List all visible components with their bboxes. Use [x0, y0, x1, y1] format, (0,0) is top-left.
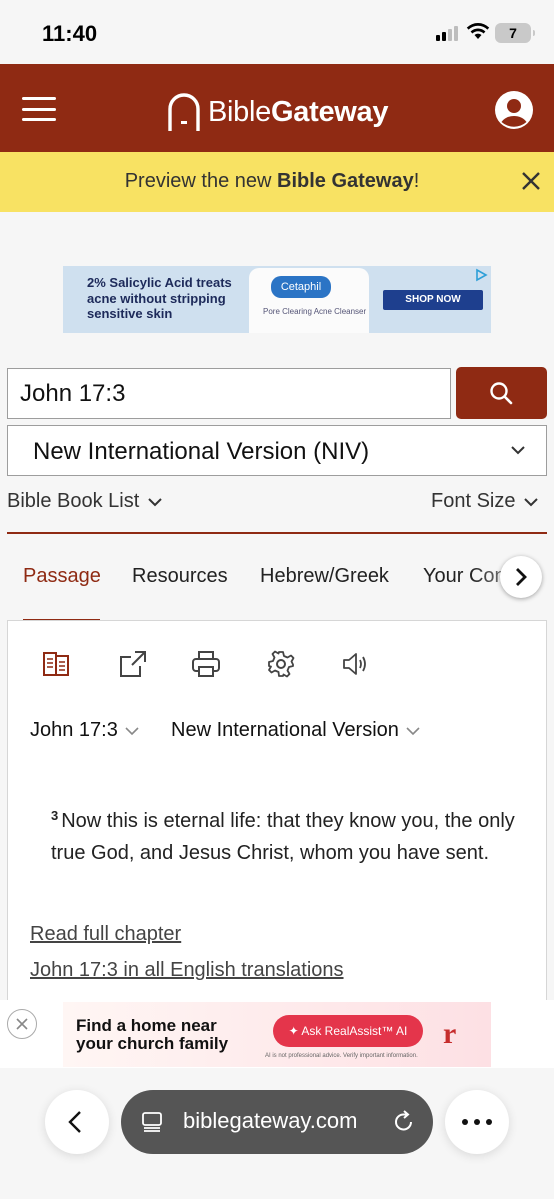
ad-cta-button[interactable]: ✦ Ask RealAssist™ AI [273, 1015, 423, 1047]
logo-text-bold: Gateway [271, 95, 389, 128]
wifi-icon [466, 23, 490, 39]
tabs-scroll-right-button[interactable] [500, 556, 542, 598]
passage-search-input[interactable] [7, 368, 451, 419]
page-menu-icon [142, 1112, 162, 1132]
version-select-value: New International Version (NIV) [33, 438, 370, 465]
ad-text: 2% Salicylic Acid treats acne without st… [87, 275, 232, 321]
verse-text: 3 Now this is eternal life: that they kno… [51, 808, 515, 864]
chevron-down-icon [524, 497, 539, 506]
advertisement-banner[interactable]: 2% Salicylic Acid treats acne without st… [63, 266, 491, 333]
ad-choices-icon[interactable] [474, 268, 488, 282]
close-icon[interactable] [520, 170, 542, 192]
ad-shop-now-button[interactable]: SHOP NOW [383, 290, 483, 310]
bible-gateway-logo[interactable]: BibleGateway [164, 91, 388, 133]
audio-speaker-icon[interactable] [341, 649, 371, 679]
back-button[interactable] [45, 1090, 109, 1154]
chevron-down-icon [406, 726, 420, 735]
tab-resources[interactable]: Resources [132, 565, 228, 588]
bible-book-list-toggle[interactable]: Bible Book List [7, 490, 163, 513]
search-icon [490, 382, 513, 405]
account-icon[interactable] [494, 90, 534, 130]
chevron-right-icon [516, 568, 527, 586]
more-icon [462, 1119, 492, 1125]
reload-icon[interactable] [393, 1110, 415, 1134]
url-text: biblegateway.com [183, 1108, 358, 1133]
logo-text-light: Bible [208, 95, 271, 128]
chevron-down-icon [511, 446, 525, 455]
ad-brand: Cetaphil [271, 276, 331, 298]
parallel-view-icon[interactable] [42, 649, 72, 679]
print-icon[interactable] [191, 649, 221, 679]
tab-hebrew-greek[interactable]: Hebrew/Greek [260, 565, 389, 588]
divider [7, 532, 547, 534]
tab-passage[interactable]: Passage [23, 565, 101, 588]
chevron-down-icon [148, 497, 163, 506]
passage-version-select[interactable]: New International Version [171, 719, 421, 742]
gateway-arch-icon [168, 93, 200, 131]
passage-reference-select[interactable]: John 17:3 [30, 719, 140, 742]
chevron-down-icon [125, 726, 139, 735]
battery-icon: 7 [495, 23, 535, 43]
settings-gear-icon[interactable] [266, 649, 296, 679]
menu-button[interactable] [22, 97, 56, 121]
ad-product-name: Pore Clearing Acne Cleanser [263, 307, 367, 316]
all-translations-link[interactable]: John 17:3 in all English translations [30, 959, 344, 982]
search-button[interactable] [456, 367, 547, 419]
ad-disclaimer: AI is not professional advice. Verify im… [265, 1053, 418, 1059]
status-time: 11:40 [42, 21, 98, 46]
close-icon [16, 1018, 28, 1030]
more-options-button[interactable] [445, 1090, 509, 1154]
share-icon[interactable] [118, 649, 148, 679]
cellular-signal-icon [436, 26, 458, 41]
ad-close-button[interactable] [7, 1009, 37, 1039]
read-full-chapter-link[interactable]: Read full chapter [30, 923, 181, 946]
ad-brand-logo: r [443, 1017, 457, 1050]
bottom-advertisement[interactable]: Find a home near your church family ✦ As… [63, 1002, 491, 1067]
font-size-toggle[interactable]: Font Size [431, 490, 539, 513]
preview-banner-text[interactable]: Preview the new Bible Gateway! [0, 170, 544, 193]
chevron-left-icon [68, 1111, 81, 1133]
verse-number: 3 [51, 808, 59, 823]
ad-headline: Find a home near your church family [76, 1016, 229, 1053]
